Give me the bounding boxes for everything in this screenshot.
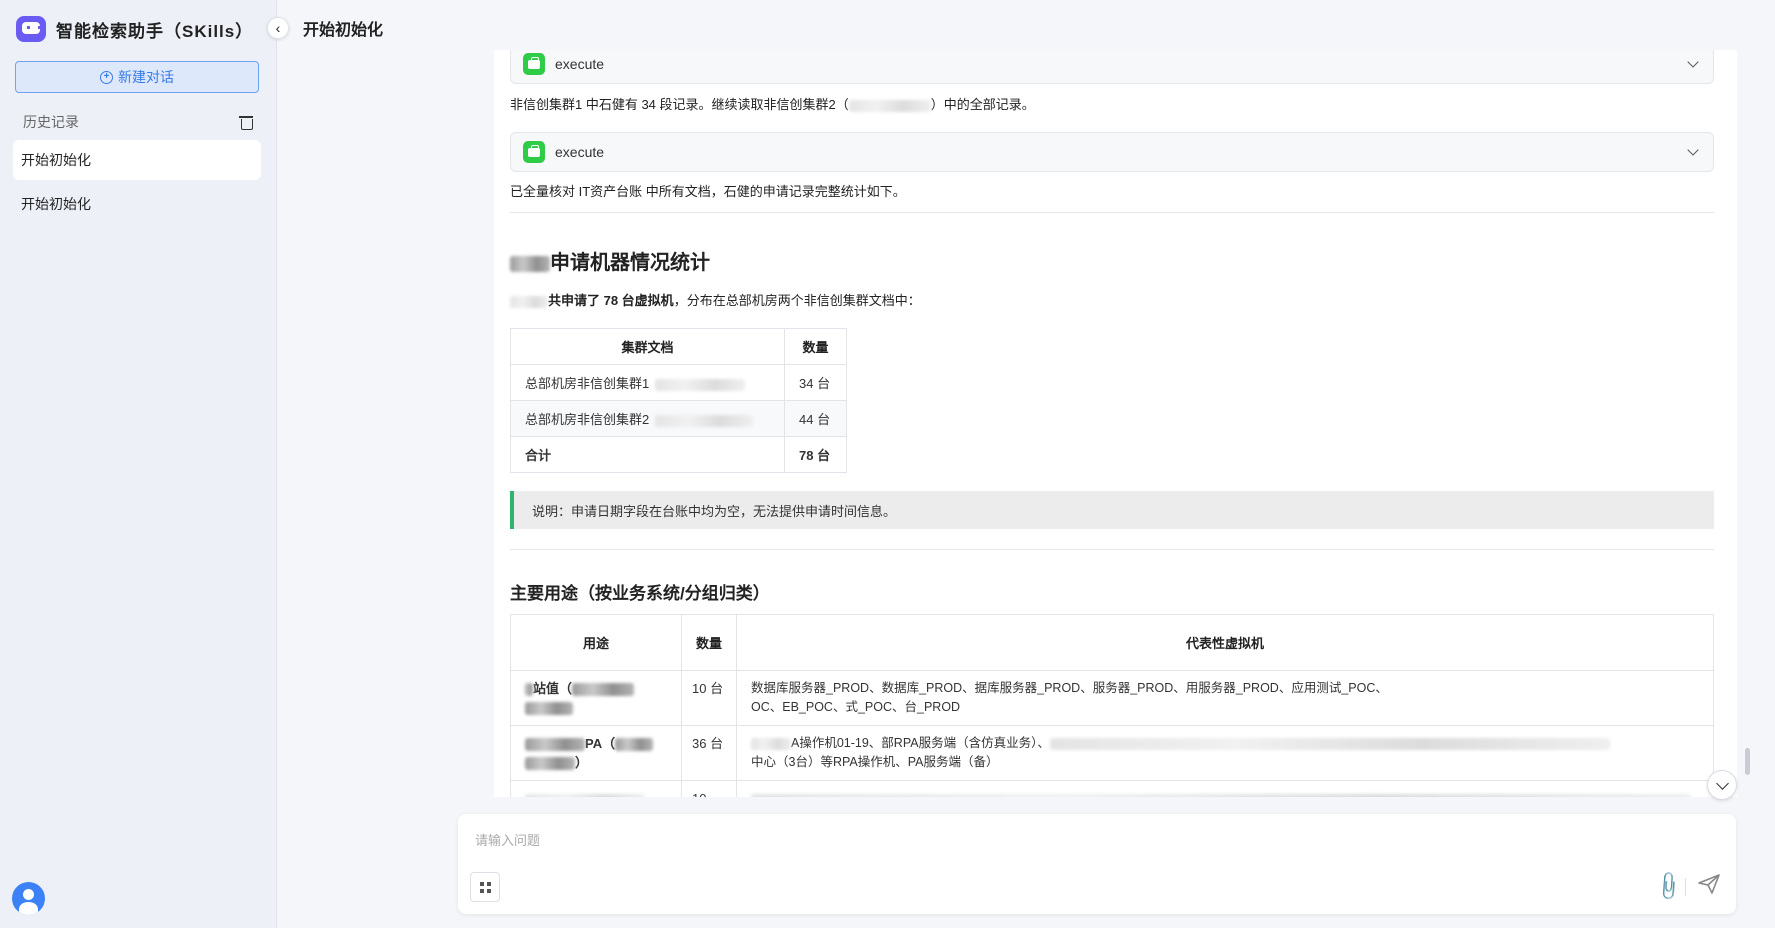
plus-circle-icon: + [100,70,113,84]
grid-icon [479,881,491,893]
redacted-text [655,378,746,391]
table-header-row: 用途 数量 代表性虚拟机 [510,614,1714,671]
table-cell: PA（） [510,725,682,781]
message-paragraph: 非信创集群1 中石健有 34 段记录。继续读取非信创集群2（ ）中的全部记录。 [510,95,1714,115]
table-row: PA（） 36 台 A操作机01-19、部RPA服务端（含仿真业务）、 中心（3台… [510,725,1714,781]
execute-label: execute [555,144,605,160]
table-cell: 总部机房非信创集群2 [510,400,785,437]
summary-paragraph: 共申请了 78 台虚拟机，分布在总部机房两个非信创集群文档中： [510,291,921,311]
table-header: 代表性虚拟机 [736,614,1714,671]
section-heading: 主要用途（按业务系统/分组归类） [510,584,770,603]
summary-text: ，分布在总部机房两个非信创集群文档中： [673,293,921,308]
cluster-table: 集群文档 数量 总部机房非信创集群1 34 台 总部机房非信创集群2 44 台 … [510,328,847,473]
note-callout: 说明：申请日期字段在台账中均为空，无法提供申请时间信息。 [510,491,1714,529]
table-cell [510,780,682,797]
toolbox-icon [523,141,545,163]
divider [1685,878,1686,896]
trash-icon[interactable] [239,115,253,130]
table-cell: 34 台 [784,364,847,401]
brand: 智能检索助手（SKills） [16,16,253,42]
collapse-sidebar-button[interactable]: ‹ [267,17,289,39]
execute-label: execute [555,56,605,72]
divider [510,212,1714,213]
tools-button[interactable] [470,872,500,902]
scroll-to-bottom-button[interactable] [1707,770,1737,800]
sidebar: 智能检索助手（SKills） + 新建对话 历史记录 开始初始化 开始初始化 [0,0,277,928]
chevron-left-icon: ‹ [275,20,281,36]
table-cell [736,780,1714,797]
history-item[interactable]: 开始初始化 [13,184,261,224]
table-header-row: 集群文档 数量 [510,328,847,365]
table-header: 用途 [510,614,682,671]
table-header: 集群文档 [510,328,785,365]
page-title: 开始初始化 [303,22,384,39]
user-avatar-icon[interactable] [12,882,45,915]
section-heading: 申请机器情况统计 [510,246,710,275]
table-row: 合计 78 台 [510,436,847,473]
history-item-label: 开始初始化 [21,196,91,212]
table-cell: 10 [681,780,737,797]
table-cell: A操作机01-19、部RPA服务端（含仿真业务）、 中心（3台）等RPA操作机、P… [736,725,1714,781]
table-row: 站值（ 10 台 数据库服务器_PROD、数据库_PROD、据库服务器_PROD… [510,670,1714,726]
heading-text: 申请机器情况统计 [550,252,710,274]
history-item[interactable]: 开始初始化 [13,140,261,180]
chat-input-placeholder[interactable]: 请输入问题 [475,830,540,849]
table-row: 总部机房非信创集群1 34 台 [510,364,847,401]
message-paragraph: 已全量核对 IT资产台账 中所有文档，石健的申请记录完整统计如下。 [510,184,906,199]
chevron-down-icon[interactable] [1687,144,1699,156]
usage-table: 用途 数量 代表性虚拟机 站值（ 10 台 数据库服务器_PROD、数据库_PR… [510,614,1714,797]
history-header: 历史记录 [23,112,253,132]
history-item-label: 开始初始化 [21,152,91,168]
table-cell: 10 台 [681,670,737,726]
table-header: 数量 [784,328,847,365]
new-chat-label: 新建对话 [118,69,174,85]
chat-content[interactable]: execute 非信创集群1 中石健有 34 段记录。继续读取非信创集群2（ ）中… [494,50,1737,797]
table-cell: 总部机房非信创集群1 [510,364,785,401]
paragraph-text: ）中的全部记录。 [930,97,1035,112]
summary-bold: 共申请了 78 台虚拟机 [548,293,674,308]
table-cell: 36 台 [681,725,737,781]
execute-panel[interactable]: execute [510,132,1714,172]
execute-panel[interactable]: execute [510,50,1714,84]
paperclip-icon[interactable]: 📎 [1651,869,1686,904]
table-cell: 站值（ [510,670,682,726]
redacted-text [848,99,931,112]
redacted-text [510,255,550,272]
send-icon[interactable] [1697,872,1721,896]
chevron-down-icon[interactable] [1687,56,1699,68]
new-chat-button[interactable]: + 新建对话 [15,61,259,93]
table-cell: 78 台 [784,436,847,473]
table-row: 10 [510,780,1714,797]
table-header: 数量 [681,614,737,671]
robot-logo-icon [16,16,46,42]
paragraph-text: 非信创集群1 中石健有 34 段记录。继续读取非信创集群2（ [510,97,849,112]
scrollbar-thumb[interactable] [1745,748,1750,775]
table-row: 总部机房非信创集群2 44 台 [510,400,847,437]
table-cell: 数据库服务器_PROD、数据库_PROD、据库服务器_PROD、服务器_PROD… [736,670,1714,726]
redacted-text [510,295,548,308]
table-cell: 合计 [510,436,785,473]
history-label: 历史记录 [23,114,79,130]
divider [510,549,1714,550]
chat-input-box[interactable]: 请输入问题 📎 [458,814,1736,914]
toolbox-icon [523,53,545,75]
table-cell: 44 台 [784,400,847,437]
redacted-text [655,414,754,427]
app-title: 智能检索助手（SKills） [56,21,254,41]
